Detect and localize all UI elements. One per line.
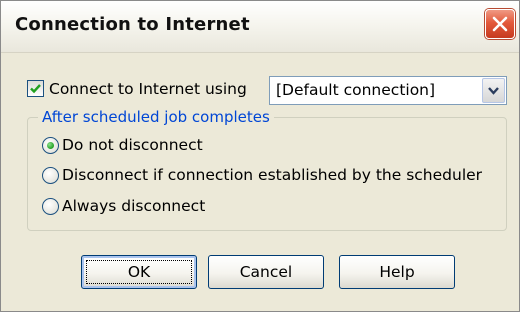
help-button-label: Help: [379, 263, 415, 281]
radio-selected-dot: [47, 142, 54, 149]
radio-button[interactable]: [42, 137, 59, 154]
connection-select-value: [Default connection]: [276, 81, 436, 99]
close-icon: [492, 16, 508, 32]
radio-option-disconnect-if-established[interactable]: Disconnect if connection established by …: [42, 166, 502, 186]
radio-option-do-not-disconnect[interactable]: Do not disconnect: [42, 136, 502, 156]
radio-label[interactable]: Disconnect if connection established by …: [62, 166, 482, 184]
radio-label[interactable]: Do not disconnect: [62, 136, 203, 154]
close-button[interactable]: [485, 9, 515, 39]
connection-select[interactable]: [Default connection]: [269, 76, 507, 105]
ok-button[interactable]: OK: [81, 255, 197, 289]
radio-button[interactable]: [42, 167, 59, 184]
cancel-button[interactable]: Cancel: [208, 255, 324, 289]
title-bar[interactable]: Connection to Internet: [1, 1, 519, 53]
connect-checkbox-label[interactable]: Connect to Internet using: [49, 80, 247, 98]
after-job-group: After scheduled job completes Do not dis…: [27, 108, 507, 231]
dialog-window: Connection to Internet Connect to Intern…: [0, 0, 520, 312]
help-button[interactable]: Help: [339, 255, 455, 289]
checkmark-icon: [30, 84, 41, 94]
radio-button[interactable]: [42, 198, 59, 215]
chevron-down-icon: [488, 87, 499, 95]
cancel-button-label: Cancel: [239, 263, 293, 281]
radio-label[interactable]: Always disconnect: [62, 197, 205, 215]
after-job-group-label: After scheduled job completes: [38, 108, 274, 126]
connection-dropdown-button[interactable]: [482, 78, 505, 103]
connect-checkbox[interactable]: [27, 80, 44, 97]
window-title: Connection to Internet: [15, 14, 250, 35]
connect-row: Connect to Internet using [Default conne…: [27, 76, 507, 105]
radio-option-always-disconnect[interactable]: Always disconnect: [42, 197, 502, 217]
ok-button-label: OK: [127, 263, 151, 281]
